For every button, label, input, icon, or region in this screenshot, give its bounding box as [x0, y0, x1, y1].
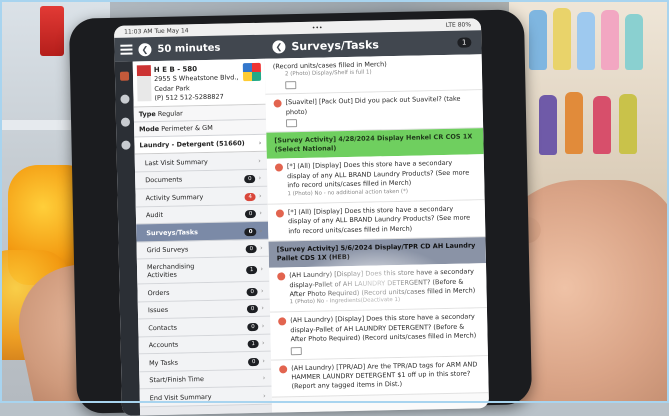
back-arrow-icon[interactable]: ❮ [138, 42, 152, 56]
surveys-panel: (Record units/cases filled in Merch) 2 (… [264, 54, 490, 413]
question-item[interactable]: [*] (All) [Display] Does this store have… [266, 154, 485, 205]
count-badge: 0 [244, 175, 256, 184]
count-badge: 0 [247, 322, 259, 331]
count-badge: 0 [244, 227, 257, 236]
product-bottle [577, 12, 595, 70]
count-badge: 1 [247, 340, 260, 349]
camera-icon[interactable] [285, 81, 297, 90]
question-status-icon [275, 209, 284, 218]
product-tag [40, 6, 64, 56]
store-icon[interactable] [119, 71, 129, 81]
chevron-right-icon: › [258, 139, 262, 148]
header-count-badge: 1 [456, 37, 472, 48]
question-item[interactable]: [Suavitel] [Pack Out] Did you pack out S… [265, 90, 484, 133]
status-time: 11:03 AM Tue May 14 [124, 26, 189, 36]
store-thumbnail [136, 65, 152, 102]
count-badge: 0 [247, 357, 260, 366]
page-title: Surveys/Tasks [291, 37, 380, 53]
camera-icon[interactable] [290, 346, 302, 355]
count-badge: 0 [246, 305, 259, 314]
back-arrow-icon[interactable]: ❮ [272, 39, 286, 54]
settings-icon[interactable] [120, 117, 130, 127]
clock-icon[interactable] [119, 94, 130, 104]
question-item[interactable]: [*] (All) [Display] Does this store have… [267, 199, 486, 242]
user-icon[interactable] [120, 140, 131, 150]
question-item[interactable]: (AH Laundry) [Display] Does this store h… [269, 263, 487, 314]
chevron-right-icon: › [262, 373, 266, 383]
question-status-icon [279, 364, 288, 374]
product-bottle [529, 10, 547, 70]
product-bottle [619, 94, 637, 154]
product-bottle [565, 92, 583, 154]
nav-end-visit-summary[interactable]: End Visit Summary › [139, 387, 272, 408]
product-bottle [553, 8, 571, 70]
map-icon[interactable] [242, 62, 262, 82]
status-dots: ••• [311, 24, 323, 32]
nav-merchandising-activities[interactable]: Merchandising Activities 1 › [136, 257, 270, 285]
question-item[interactable]: (AH Laundry) [TPR/AD] Are the TPR/AD tag… [270, 355, 489, 398]
question-item[interactable]: (AH Laundry) [Display] Does this store h… [270, 308, 488, 361]
product-bottle [593, 96, 611, 154]
store-address: 2955 S Wheatstone Blvd., Cedar Park [153, 73, 239, 93]
chevron-right-icon: › [263, 391, 266, 400]
question-status-icon [274, 163, 284, 172]
visit-duration: 50 minutes [157, 42, 221, 55]
question-status-icon [273, 99, 282, 108]
product-bottle [625, 14, 643, 70]
menu-icon[interactable] [120, 44, 133, 55]
question-status-icon [277, 272, 286, 281]
tablet-screen: 11:03 AM Tue May 14 ••• LTE 80% ❮ 50 min… [113, 18, 490, 416]
status-battery: LTE 80% [445, 20, 472, 29]
sidebar: H E B - 580 2955 S Wheatstone Blvd., Ced… [132, 58, 273, 416]
question-item[interactable]: (Record units/cases filled in Merch) 2 (… [264, 54, 483, 96]
count-badge: 1 [245, 266, 258, 275]
store-phone: (P) 512 512-5288827 [154, 92, 224, 103]
count-badge: 0 [245, 245, 258, 254]
count-badge: 4 [244, 192, 257, 201]
count-badge: 0 [244, 210, 257, 219]
question-status-icon [278, 317, 287, 326]
product-bottle [539, 95, 557, 155]
count-badge: 0 [246, 287, 259, 296]
chevron-right-icon: › [258, 156, 261, 165]
product-bottle [601, 10, 619, 70]
store-card[interactable]: H E B - 580 2955 S Wheatstone Blvd., Ced… [132, 58, 266, 108]
camera-icon[interactable] [285, 119, 298, 128]
